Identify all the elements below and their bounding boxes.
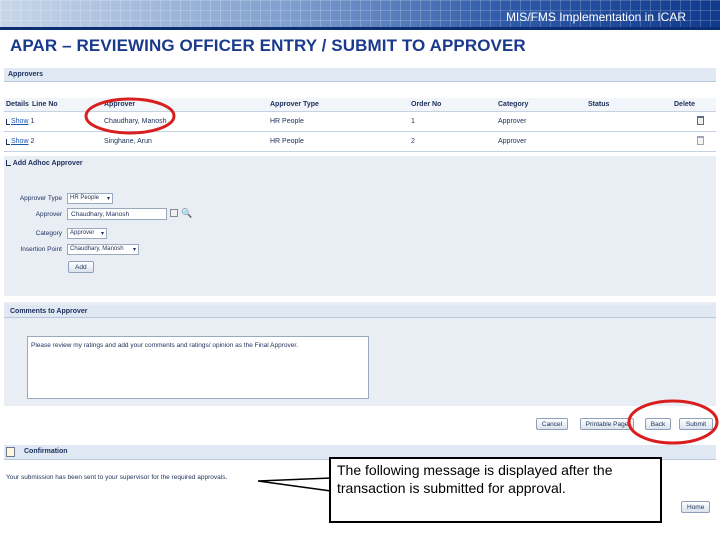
adhoc-section-header: Add Adhoc Approver: [6, 160, 83, 167]
cancel-button[interactable]: Cancel: [536, 418, 568, 430]
callout-text: The following message is displayed after…: [337, 462, 613, 496]
insertion-point-select[interactable]: Chaudhary, Manosh ▾: [67, 244, 139, 255]
category-label: Category: [35, 230, 62, 237]
slide: MIS/FMS Implementation in ICAR APAR – RE…: [0, 0, 720, 540]
delete-cell: [672, 131, 716, 152]
submit-button[interactable]: Submit: [679, 418, 713, 430]
collapse-icon[interactable]: [6, 160, 11, 166]
comments-section-title: Comments to Approver: [10, 308, 88, 315]
approver-row: Approver Chaudhary, Manosh 🔍: [4, 208, 204, 222]
insertion-point-label: Insertion Point: [20, 246, 62, 253]
approver-label: Approver: [35, 211, 62, 218]
search-icon[interactable]: 🔍: [181, 208, 192, 219]
trash-icon[interactable]: [697, 135, 704, 145]
col-order-no: Order No: [409, 98, 496, 112]
col-status: Status: [586, 98, 672, 112]
col-line-no: Line No: [30, 98, 102, 112]
banner: MIS/FMS Implementation in ICAR: [0, 0, 720, 30]
expand-icon[interactable]: [6, 118, 10, 125]
line-no: 1: [30, 117, 35, 125]
table-row: Show 1 Chaudhary, Manosh HR People 1 App…: [4, 111, 716, 132]
comments-textarea[interactable]: Please review my ratings and add your co…: [27, 336, 369, 399]
insertion-point-row: Insertion Point Chaudhary, Manosh ▾: [4, 244, 204, 256]
adhoc-section-title: Add Adhoc Approver: [12, 160, 83, 167]
banner-band: [0, 27, 720, 30]
table-header-row: Details Line No Approver Approver Type O…: [4, 98, 716, 112]
printable-page-button[interactable]: Printable Page: [580, 418, 634, 430]
approver-type-row: Approver Type HR People ▾: [4, 193, 204, 205]
chevron-down-icon: ▾: [106, 196, 110, 202]
lov-icon[interactable]: [170, 209, 178, 217]
chevron-down-icon: ▾: [100, 231, 104, 237]
back-button[interactable]: Back: [645, 418, 671, 430]
line-no: 2: [30, 137, 35, 145]
category: Approver: [496, 111, 586, 132]
status: [586, 131, 672, 152]
order-no: 1: [409, 111, 496, 132]
confirmation-icon: [6, 447, 15, 457]
adhoc-panel: [4, 156, 716, 296]
category: Approver: [496, 131, 586, 152]
col-approver-type: Approver Type: [268, 98, 409, 112]
delete-cell: [672, 111, 716, 132]
chevron-down-icon: ▾: [132, 247, 136, 253]
approver-name: Chaudhary, Manosh: [102, 111, 268, 132]
expand-icon[interactable]: [6, 138, 10, 145]
approver-type: HR People: [268, 111, 409, 132]
show-link[interactable]: Show: [11, 138, 29, 145]
comments-section-header: Comments to Approver: [4, 305, 716, 318]
category-select[interactable]: Approver ▾: [67, 228, 107, 239]
comments-text: Please review my ratings and add your co…: [31, 342, 299, 349]
col-delete: Delete: [672, 98, 716, 112]
banner-title: MIS/FMS Implementation in ICAR: [505, 10, 686, 24]
details-cell: Show 1: [4, 111, 102, 132]
col-approver: Approver: [102, 98, 268, 112]
confirmation-message: Your submission has been sent to your su…: [6, 474, 228, 481]
table-row: Show 2 Singhane, Arun HR People 2 Approv…: [4, 131, 716, 152]
approver-type-value: HR People: [70, 195, 100, 201]
insertion-point-value: Chaudhary, Manosh: [70, 246, 124, 252]
approvers-section-header: Approvers: [4, 68, 716, 82]
trash-icon[interactable]: [697, 115, 704, 125]
order-no: 2: [409, 131, 496, 152]
confirmation-section-title: Confirmation: [24, 448, 68, 455]
add-button[interactable]: Add: [68, 261, 94, 273]
approver-input[interactable]: Chaudhary, Manosh: [67, 208, 167, 220]
show-link[interactable]: Show: [11, 118, 29, 125]
callout-box: The following message is displayed after…: [329, 457, 662, 523]
approver-type-select[interactable]: HR People ▾: [67, 193, 113, 204]
col-details: Details: [4, 98, 30, 112]
approver-type: HR People: [268, 131, 409, 152]
status: [586, 111, 672, 132]
approvers-table: Details Line No Approver Approver Type O…: [4, 98, 716, 152]
details-cell: Show 2: [4, 131, 102, 152]
category-row: Category Approver ▾: [4, 228, 204, 240]
approver-type-label: Approver Type: [19, 195, 62, 202]
home-button[interactable]: Home: [681, 501, 711, 513]
col-category: Category: [496, 98, 586, 112]
category-value: Approver: [70, 230, 95, 236]
approver-name: Singhane, Arun: [102, 131, 268, 152]
slide-title: APAR – REVIEWING OFFICER ENTRY / SUBMIT …: [10, 36, 526, 55]
approvers-section-title: Approvers: [8, 71, 44, 78]
